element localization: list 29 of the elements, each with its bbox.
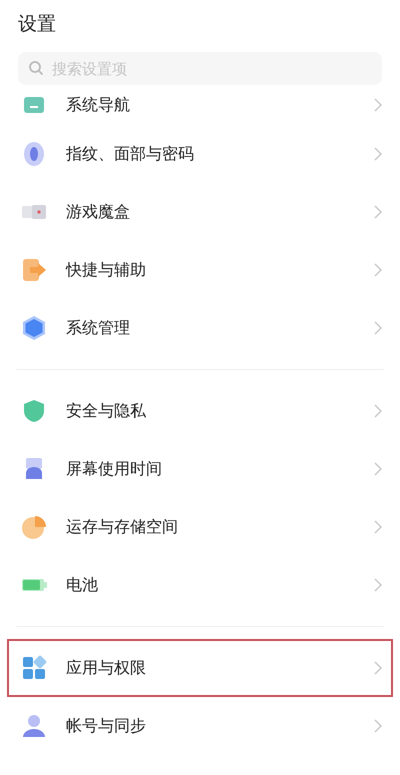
arrow-icon (20, 256, 48, 284)
settings-item[interactable]: 系统管理 (7, 299, 393, 357)
chevron-icon (374, 263, 382, 277)
chevron-icon (374, 147, 382, 161)
settings-item[interactable]: 快捷与辅助 (7, 241, 393, 299)
search-icon (28, 60, 44, 76)
settings-item[interactable]: 屏幕使用时间 (7, 440, 393, 498)
chevron-icon (374, 661, 382, 675)
settings-item[interactable]: 安全与隐私 (7, 382, 393, 440)
chevron-icon (374, 520, 382, 534)
chevron-icon (374, 462, 382, 476)
chevron-icon (374, 98, 382, 112)
app-grid-icon (20, 654, 48, 682)
chevron-icon (374, 321, 382, 335)
settings-item[interactable]: 帐号与同步 (7, 697, 393, 755)
settings-item[interactable]: 系统导航 (7, 85, 393, 125)
pie-chart-icon (20, 513, 48, 541)
hexagon-icon (20, 314, 48, 342)
chevron-icon (374, 404, 382, 418)
chevron-icon (374, 719, 382, 733)
settings-item[interactable]: 应用与权限 (7, 639, 393, 697)
settings-item[interactable]: 指纹、面部与密码 (7, 125, 393, 183)
settings-item[interactable]: 游戏魔盒 (7, 183, 393, 241)
settings-item[interactable]: 运存与存储空间 (7, 498, 393, 556)
person-icon (20, 712, 48, 740)
settings-item[interactable]: 电池 (7, 556, 393, 614)
chevron-icon (374, 578, 382, 592)
chevron-icon (374, 205, 382, 219)
page-title: 设置 (18, 12, 57, 37)
